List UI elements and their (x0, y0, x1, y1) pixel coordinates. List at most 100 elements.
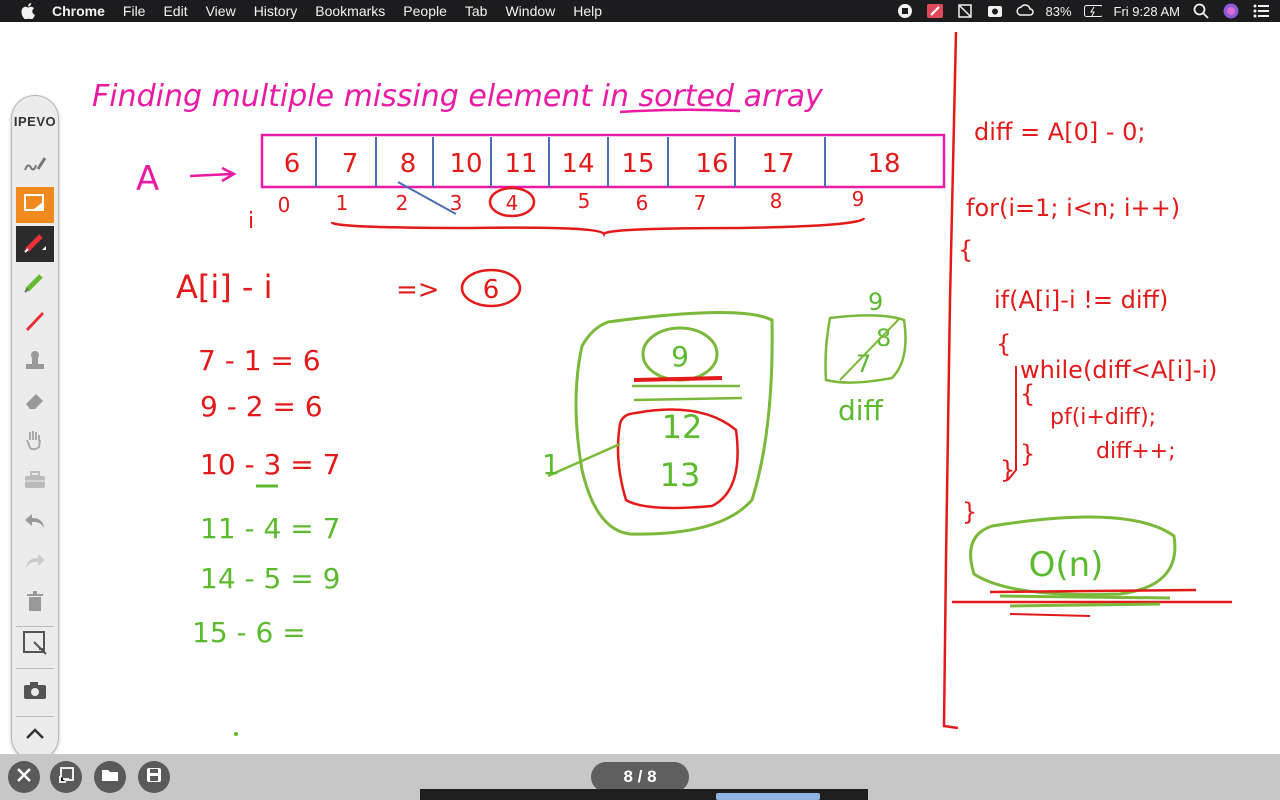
expression-arrow: => (396, 275, 440, 305)
red-line-tool[interactable] (16, 305, 54, 341)
red-pen-icon (22, 230, 48, 259)
toolbar-brand: IPEVO (13, 114, 57, 129)
code-line: { (996, 330, 1011, 358)
open-folder-button[interactable] (94, 761, 126, 793)
eraser-tool[interactable] (16, 384, 54, 420)
chevron-up-icon (24, 726, 46, 747)
index-value: 8 (770, 189, 783, 213)
stamp-icon (22, 349, 48, 378)
notification-center-icon[interactable] (1252, 3, 1270, 19)
battery-icon[interactable] (1083, 3, 1102, 19)
calc-line: 10 - 3 = 7 (200, 448, 340, 481)
trash-icon (22, 589, 48, 618)
annotate-icon[interactable] (926, 3, 944, 19)
index-value: 7 (694, 191, 707, 215)
capture-icon (21, 629, 49, 662)
code-line: pf(i+diff); (1050, 405, 1156, 430)
missing-value: 12 (662, 408, 703, 446)
hand-icon (22, 428, 48, 457)
code-line: diff = A[0] - 0; (974, 118, 1146, 146)
array-value: 16 (695, 149, 728, 179)
menu-people[interactable]: People (403, 0, 447, 22)
undo-icon (22, 508, 48, 537)
green-pen-tool[interactable] (16, 266, 54, 302)
array-value: 17 (761, 149, 794, 179)
missing-underline-red (633, 376, 723, 382)
handwriting-tool[interactable] (16, 148, 54, 184)
code-line: } (1000, 456, 1015, 484)
menu-bookmarks[interactable]: Bookmarks (315, 0, 385, 22)
toolbar-divider (16, 716, 54, 717)
code-line: if(A[i]-i != diff) (994, 286, 1168, 314)
menu-tab[interactable]: Tab (465, 0, 488, 22)
undo-tool[interactable] (16, 504, 54, 540)
crop-icon[interactable] (956, 3, 974, 19)
code-line: for(i=1; i<n; i++) (966, 194, 1180, 222)
close-icon (16, 767, 32, 788)
index-value: 1 (336, 191, 349, 215)
code-line: } (1020, 440, 1035, 468)
index-value: 6 (636, 191, 649, 215)
close-button[interactable] (8, 761, 40, 793)
page-indicator[interactable]: 8 / 8 (591, 762, 689, 792)
selection-icon (22, 191, 48, 220)
menu-window[interactable]: Window (505, 0, 555, 22)
code-line: } (962, 498, 977, 526)
board-title: Finding multiple missing element in sort… (92, 79, 824, 114)
search-icon[interactable] (1192, 3, 1210, 19)
clock[interactable]: Fri 9:28 AM (1114, 4, 1180, 19)
collapse-toolbar-button[interactable] (16, 718, 54, 754)
camera-tool[interactable] (16, 674, 54, 710)
menu-help[interactable]: Help (573, 0, 602, 22)
missing-underline-green (632, 384, 743, 402)
red-pen-tool[interactable] (16, 226, 54, 262)
ipevo-toolbar: IPEVO (11, 95, 59, 761)
capture-tool[interactable] (16, 627, 54, 663)
code-line: { (958, 236, 973, 264)
trash-tool[interactable] (16, 585, 54, 621)
menu-file[interactable]: File (123, 0, 146, 22)
new-page-button[interactable] (50, 761, 82, 793)
save-icon (146, 767, 162, 788)
menu-edit[interactable]: Edit (163, 0, 187, 22)
array-label: A (136, 159, 159, 199)
camera-icon (21, 678, 49, 707)
index-value: 5 (578, 189, 591, 213)
hand-tool[interactable] (16, 424, 54, 460)
menu-view[interactable]: View (206, 0, 236, 22)
menu-history[interactable]: History (254, 0, 298, 22)
stamp-tool[interactable] (16, 345, 54, 381)
toolbox-tool[interactable] (16, 464, 54, 500)
apple-icon[interactable] (18, 3, 38, 19)
calc-line: 15 - 6 = (192, 616, 306, 649)
calc-line: 11 - 4 = 7 (200, 512, 340, 545)
stray-dot (234, 732, 238, 736)
green-pen-icon (22, 270, 48, 299)
code-line: while(diff<A[i]-i) (1020, 356, 1217, 384)
toolbar-divider (16, 668, 54, 669)
index-value: 2 (396, 191, 409, 215)
complexity-tail (1009, 613, 1091, 617)
battery-percent: 83% (1045, 3, 1072, 19)
array-value: 7 (342, 149, 359, 179)
selection-tool[interactable] (16, 187, 54, 223)
array-arrow-icon (189, 166, 237, 183)
save-button[interactable] (138, 761, 170, 793)
camera-status-icon[interactable] (986, 3, 1004, 19)
siri-icon[interactable] (1222, 3, 1240, 19)
missing-value: 13 (660, 456, 701, 494)
record-icon[interactable] (896, 3, 914, 19)
calc-line: 14 - 5 = 9 (200, 562, 340, 595)
whiteboard-canvas[interactable]: Finding multiple missing element in sort… (0, 22, 1280, 754)
redo-tool[interactable] (16, 544, 54, 580)
array-value: 6 (284, 149, 301, 179)
toolbox-icon (22, 468, 48, 497)
calc-list: 7 - 1 = 6 9 - 2 = 6 10 - 3 = 7 11 - 4 = … (192, 344, 340, 649)
array-box (260, 133, 946, 189)
creative-cloud-icon[interactable] (1015, 3, 1034, 19)
red-line-icon (22, 309, 48, 338)
menu-app-chrome[interactable]: Chrome (52, 0, 105, 22)
menu-bar: Chrome File Edit View History Bookmarks … (0, 0, 1280, 22)
code-line: { (1020, 380, 1035, 408)
index-value: 9 (852, 187, 865, 211)
